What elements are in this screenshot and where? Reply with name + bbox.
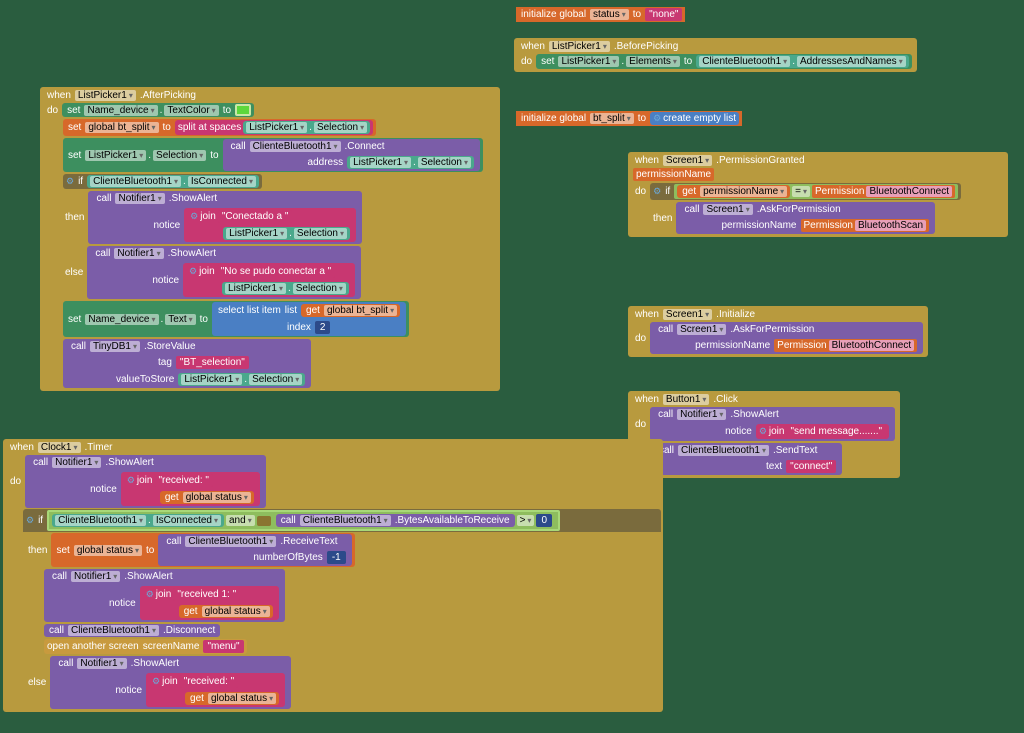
call-storevalue[interactable]: callTinyDB1.StoreValue tag"BT_selection"… [63,339,311,388]
call-askperm-scan[interactable]: callScreen1.AskForPermission permissionN… [676,202,935,234]
call-showalert-6[interactable]: callNotifier1.ShowAlert notice ⚙join"rec… [50,656,291,709]
set-btsplit[interactable]: setglobal bt_splitto split at spaces Lis… [63,119,376,136]
join-3[interactable]: ⚙join"send message......." [756,424,889,439]
kw-to: to [631,9,643,20]
open-another-screen[interactable]: open another screenscreenName"menu" [44,639,247,654]
call-showalert-4[interactable]: callNotifier1.ShowAlert notice ⚙join"rec… [25,455,266,508]
join-1[interactable]: ⚙join"Conectado a " ListPicker1.Selectio… [184,208,356,242]
evt-initialize[interactable]: whenScreen1.Initialize do callScreen1.As… [628,306,928,357]
init-global-status[interactable]: initialize global status to "none" [516,7,685,22]
join-2[interactable]: ⚙join"No se pudo conectar a " ListPicker… [183,263,355,297]
cond-eq[interactable]: getpermissionName = PermissionBluetoothC… [674,184,958,199]
call-disconnect[interactable]: callClienteBluetooth1.Disconnect [44,624,220,637]
perm-btconnect[interactable]: PermissionBluetoothConnect [812,185,955,198]
call-showalert-1[interactable]: callNotifier1.ShowAlert notice ⚙join"Con… [88,191,362,244]
call-askperm-conn[interactable]: callScreen1.AskForPermission permissionN… [650,322,923,354]
if-bytes[interactable]: ⚙if ClienteBluetooth1.IsConnected and ca… [23,509,661,532]
evt-buttonclick[interactable]: whenButton1.Click do callNotifier1.ShowA… [628,391,900,478]
evt-beforepicking[interactable]: whenListPicker1.BeforePicking do setList… [514,38,917,72]
call-receivetext[interactable]: callClienteBluetooth1.ReceiveText number… [158,534,351,566]
color-lime[interactable] [235,104,251,116]
kw-initglobal: initialize global [519,9,588,20]
set-status[interactable]: setglobal statusto callClienteBluetooth1… [51,533,354,567]
call-sendtext[interactable]: callClienteBluetooth1.SendText text"conn… [651,443,842,475]
init-global-btsplit[interactable]: initialize global bt_split to ⚙create em… [516,111,742,126]
perm-btscan[interactable]: PermissionBluetoothScan [801,219,930,232]
join-5[interactable]: ⚙join"received 1: " getglobal status [140,586,279,620]
cond-and[interactable]: ClienteBluetooth1.IsConnected and callCl… [47,510,560,531]
call-connect[interactable]: callClienteBluetooth1.Connect address Li… [223,139,480,171]
join-4[interactable]: ⚙join"received: " getglobal status [121,472,260,506]
split-at-spaces[interactable]: split at spaces ListPicker1.Selection [175,120,373,135]
set-selection[interactable]: setListPicker1.Selectionto callClienteBl… [63,138,483,172]
evt-permgranted[interactable]: whenScreen1.PermissionGranted permission… [628,152,1008,237]
call-showalert-2[interactable]: callNotifier1.ShowAlert notice ⚙join"No … [87,246,361,299]
set-text[interactable]: setName_device.Textto select list itemli… [63,301,409,337]
perm-btconnect-2[interactable]: PermissionBluetoothConnect [774,339,917,352]
set-elements[interactable]: setListPicker1.Elementsto ClienteBluetoo… [536,54,912,69]
join-6[interactable]: ⚙join"received: " getglobal status [146,673,285,707]
set-textcolor[interactable]: setName_device.TextColorto [62,103,254,117]
var-status[interactable]: status [590,9,629,20]
cond-gt[interactable]: callClienteBluetooth1.BytesAvailableToRe… [273,513,555,528]
if-perm[interactable]: ⚙if getpermissionName = PermissionBlueto… [650,183,961,200]
evt-timer[interactable]: whenClock1.Timer do callNotifier1.ShowAl… [3,439,663,712]
arg-permname[interactable]: permissionName [633,168,714,181]
call-showalert-5[interactable]: callNotifier1.ShowAlert notice ⚙join"rec… [44,569,285,622]
call-showalert-3[interactable]: callNotifier1.ShowAlert notice ⚙join"sen… [650,407,895,441]
str-none[interactable]: "none" [645,8,682,21]
get-isconnected[interactable]: ClienteBluetooth1.IsConnected [87,175,259,188]
evt-afterpicking[interactable]: whenListPicker1.AfterPicking do setName_… [40,87,500,391]
select-list-item[interactable]: select list itemlist getglobal bt_split … [212,302,406,336]
if-connected[interactable]: ⚙if ClienteBluetooth1.IsConnected [63,174,262,189]
create-empty-list[interactable]: ⚙create empty list [650,112,739,125]
empty-slot[interactable] [257,516,271,526]
